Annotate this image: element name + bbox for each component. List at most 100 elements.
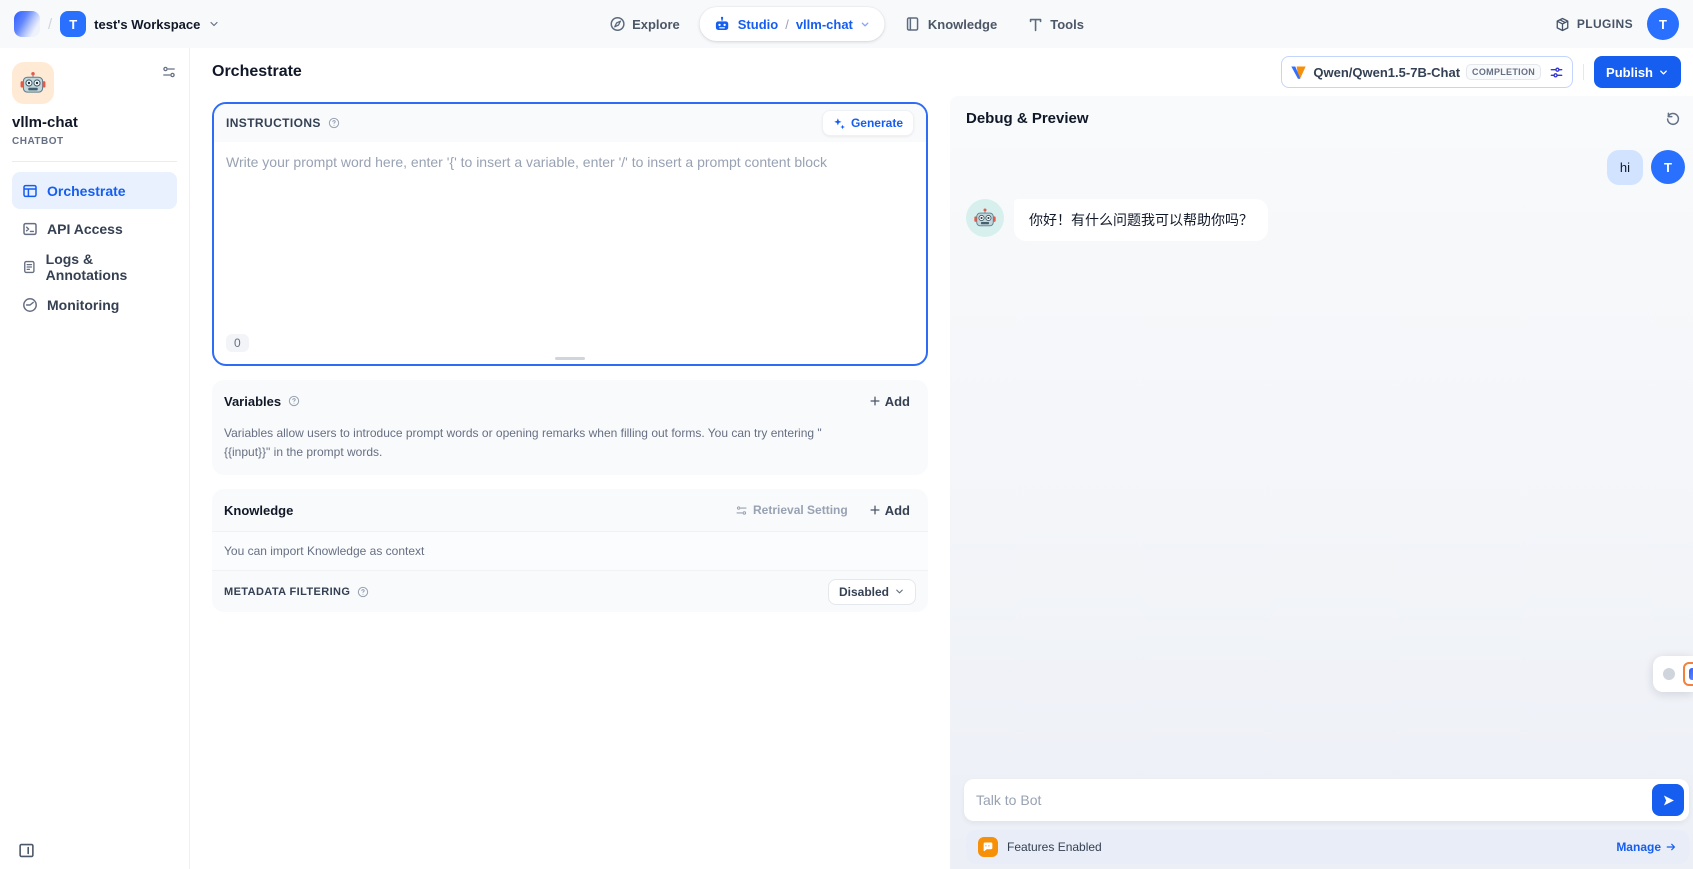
knowledge-add-button[interactable]: Add xyxy=(863,499,916,522)
header-right: PLUGINS T xyxy=(1555,8,1679,40)
features-icon xyxy=(978,837,998,857)
header-nav: Explore Studio / vllm-chat Knowledge Too… xyxy=(599,0,1094,48)
knowledge-description: You can import Knowledge as context xyxy=(212,531,928,570)
sidebar-collapse-icon[interactable] xyxy=(18,842,35,859)
instructions-header: INSTRUCTIONS Generate xyxy=(214,104,926,142)
nav-tools-label: Tools xyxy=(1050,17,1084,32)
send-button[interactable] xyxy=(1652,784,1684,816)
knowledge-title: Knowledge xyxy=(224,503,293,518)
account-avatar[interactable]: T xyxy=(1647,8,1679,40)
chat-area: hi T xyxy=(950,140,1693,779)
nav-explore[interactable]: Explore xyxy=(599,8,690,40)
generate-label: Generate xyxy=(851,116,903,130)
knowledge-icon xyxy=(905,16,921,32)
topbar-divider xyxy=(1583,64,1584,80)
nav-knowledge-label: Knowledge xyxy=(928,17,997,32)
publish-button[interactable]: Publish xyxy=(1594,56,1681,88)
retrieval-setting-label: Retrieval Setting xyxy=(753,503,848,517)
floating-helper-widget[interactable] xyxy=(1653,656,1693,692)
header-left: / T test's Workspace xyxy=(14,11,220,37)
topbar-right: Qwen/Qwen1.5-7B-Chat COMPLETION Publish xyxy=(1281,56,1681,88)
chevron-down-icon[interactable] xyxy=(208,18,220,30)
variables-title: Variables xyxy=(224,394,281,409)
app-body: vllm-chat CHATBOT Orchestrate API Access… xyxy=(0,48,1693,869)
metadata-filtering-value: Disabled xyxy=(839,585,889,599)
workspace-name[interactable]: test's Workspace xyxy=(94,17,200,32)
send-icon xyxy=(1661,793,1676,808)
sidebar-item-label: API Access xyxy=(47,221,123,237)
orchestrate-icon xyxy=(22,183,38,199)
drag-dot-icon xyxy=(1663,668,1675,680)
sidebar-item-monitoring[interactable]: Monitoring xyxy=(12,286,177,323)
vllm-logo-icon xyxy=(1290,64,1307,81)
main-area: Orchestrate Qwen/Qwen1.5-7B-Chat COMPLET… xyxy=(190,48,1693,869)
variables-panel: Variables Add Variables allow users to i… xyxy=(212,380,928,475)
main-content: INSTRUCTIONS Generate Write your prompt … xyxy=(190,96,1693,869)
variables-add-button[interactable]: Add xyxy=(863,390,916,413)
chat-message-user: hi T xyxy=(966,150,1685,185)
nav-tools[interactable]: Tools xyxy=(1017,8,1094,40)
robot-avatar-icon xyxy=(19,69,47,97)
sidebar-item-api-access[interactable]: API Access xyxy=(12,210,177,247)
plugins-label: PLUGINS xyxy=(1577,17,1633,31)
logs-icon xyxy=(22,259,37,275)
sidebar-item-logs-annotations[interactable]: Logs & Annotations xyxy=(12,248,177,285)
chevron-down-icon xyxy=(894,586,905,597)
publish-label: Publish xyxy=(1606,65,1653,80)
info-icon xyxy=(328,117,340,129)
header-slash-divider: / xyxy=(48,16,52,33)
explore-icon xyxy=(609,16,625,32)
sidebar-item-label: Logs & Annotations xyxy=(46,251,167,283)
user-message-bubble: hi xyxy=(1607,150,1643,185)
user-chat-avatar: T xyxy=(1651,150,1685,184)
bot-avatar xyxy=(966,199,1004,237)
tools-icon xyxy=(1027,16,1043,32)
debug-title: Debug & Preview xyxy=(966,110,1089,127)
knowledge-header: Knowledge Retrieval Setting Add xyxy=(212,489,928,531)
sidebar-item-orchestrate[interactable]: Orchestrate xyxy=(12,172,177,209)
metadata-filtering-select[interactable]: Disabled xyxy=(828,579,916,605)
variables-header: Variables Add xyxy=(212,380,928,422)
knowledge-panel: Knowledge Retrieval Setting Add You can … xyxy=(212,489,928,612)
app-settings-icon[interactable] xyxy=(161,64,177,80)
app-type-badge: CHATBOT xyxy=(12,136,177,147)
tune-icon[interactable] xyxy=(1549,65,1564,80)
chat-input[interactable] xyxy=(970,792,1652,808)
restart-chat-icon[interactable] xyxy=(1661,106,1685,130)
char-count-badge: 0 xyxy=(226,334,249,352)
helper-badge-icon xyxy=(1683,662,1693,686)
model-selector[interactable]: Qwen/Qwen1.5-7B-Chat COMPLETION xyxy=(1281,56,1573,88)
nav-explore-label: Explore xyxy=(632,17,680,32)
app-avatar[interactable] xyxy=(12,62,54,104)
workspace-avatar[interactable]: T xyxy=(60,11,86,37)
sparkles-icon xyxy=(833,117,846,130)
chevron-down-icon[interactable] xyxy=(860,19,871,30)
sidebar-item-label: Orchestrate xyxy=(47,183,126,199)
instructions-title: INSTRUCTIONS xyxy=(226,116,321,130)
robot-icon xyxy=(714,16,731,33)
resize-handle[interactable] xyxy=(555,357,585,360)
manage-features-link[interactable]: Manage xyxy=(1616,840,1677,854)
chat-message-bot: 你好！有什么问题我可以帮助你吗？ xyxy=(966,199,1685,241)
nav-knowledge[interactable]: Knowledge xyxy=(895,8,1007,40)
app-card xyxy=(12,62,177,104)
chat-input-box xyxy=(964,779,1689,821)
debug-header: Debug & Preview xyxy=(950,96,1693,140)
page-title: Orchestrate xyxy=(212,63,302,81)
generate-button[interactable]: Generate xyxy=(822,110,914,136)
nav-studio-slash: / xyxy=(785,17,789,32)
prompt-editor[interactable]: Write your prompt word here, enter '{' t… xyxy=(214,142,926,364)
nav-studio-active[interactable]: Studio / vllm-chat xyxy=(700,7,885,41)
arrow-right-icon xyxy=(1665,841,1677,853)
metadata-filtering-row: METADATA FILTERING Disabled xyxy=(212,570,928,612)
plugins-button[interactable]: PLUGINS xyxy=(1555,17,1633,32)
plus-icon xyxy=(869,395,881,407)
debug-preview-panel: Debug & Preview hi T xyxy=(950,96,1693,869)
monitoring-icon xyxy=(22,297,38,313)
dify-logo[interactable] xyxy=(14,11,40,37)
package-icon xyxy=(1555,17,1570,32)
chevron-down-icon xyxy=(1658,67,1669,78)
retrieval-setting-button[interactable]: Retrieval Setting xyxy=(735,503,848,517)
metadata-filtering-title: METADATA FILTERING xyxy=(224,586,350,598)
knowledge-add-label: Add xyxy=(885,503,910,518)
